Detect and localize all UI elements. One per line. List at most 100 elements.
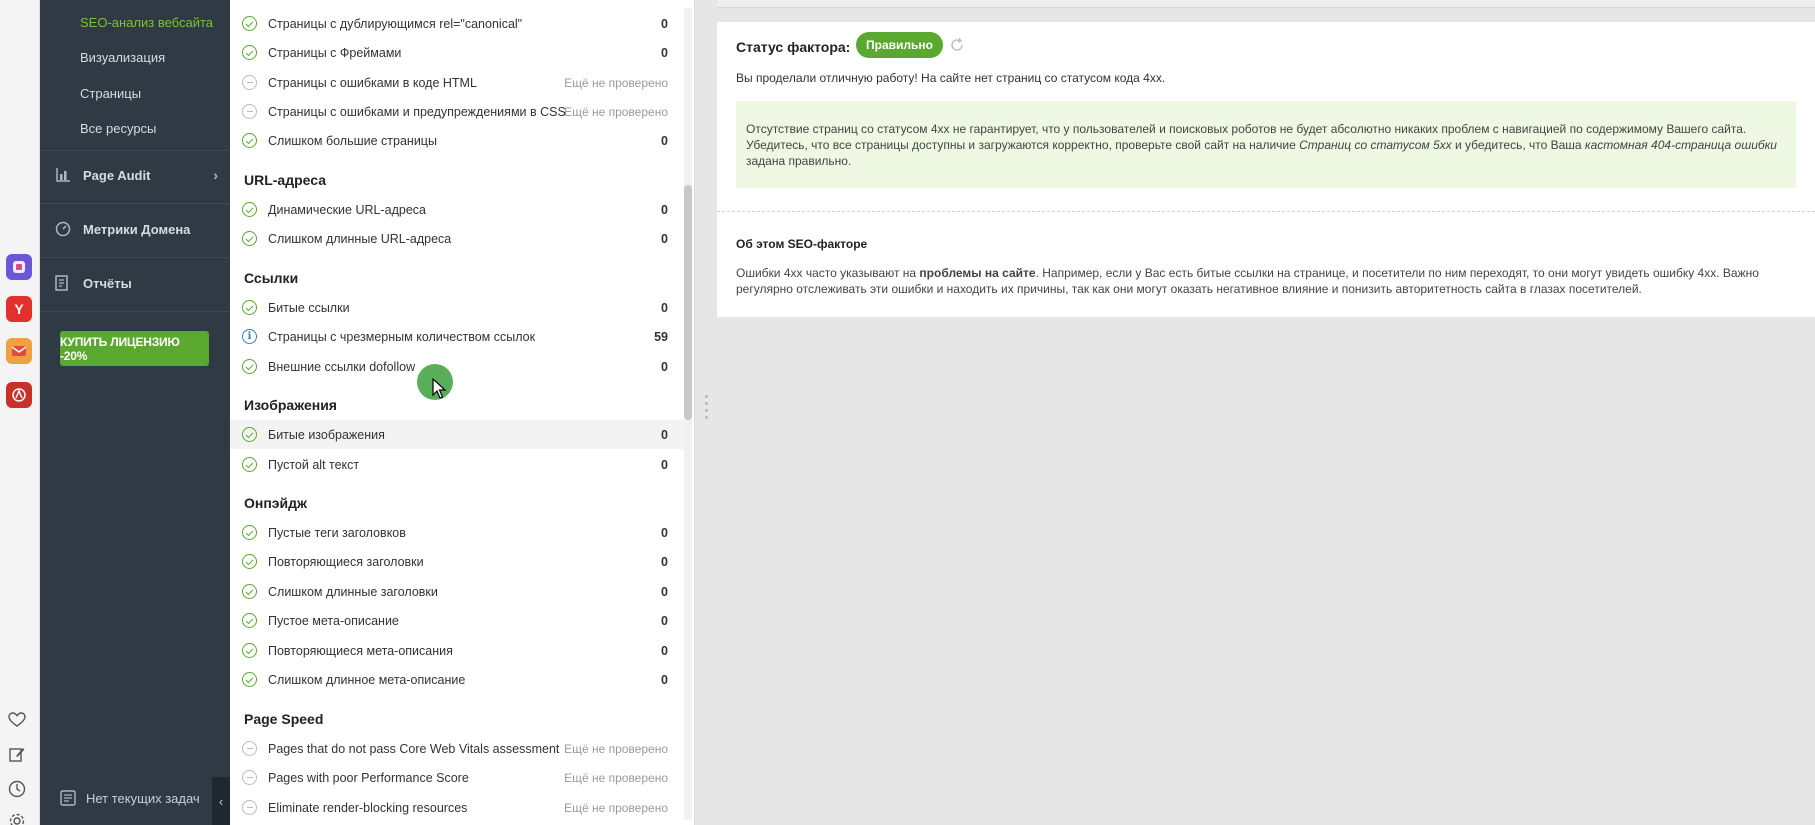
not-checked-icon [242,741,257,756]
factor-row[interactable]: Страницы с дублирующимся rel="canonical"… [230,9,685,38]
current-tasks[interactable]: Нет текущих задач [60,790,200,806]
factor-row[interactable]: i Страницы с чрезмерным количеством ссыло… [230,322,685,351]
mail-app-icon[interactable] [6,338,32,364]
not-checked-icon [242,770,257,785]
factor-label: Страницы с Фреймами [268,45,402,60]
factor-label: Пустое мета-описание [268,613,399,628]
sidebar-item-pages[interactable]: Страницы [80,86,141,101]
collapse-sidebar-button[interactable]: ‹ [212,777,230,825]
app-window: Y SEO-анализ вебсайта Визуализация Стран… [0,0,1815,825]
factor-row[interactable]: Pages with poor Performance Score Ещё не … [230,763,685,792]
factor-label: Страницы с ошибками и предупреждениями в… [268,104,566,119]
factor-row[interactable]: Слишком длинное мета-описание 0 [230,665,685,694]
factor-value: 0 [661,45,668,60]
sidebar-item-seo-analysis[interactable]: SEO-анализ вебсайта [80,15,213,30]
factor-value: Ещё не проверено [564,104,668,119]
factor-label: Слишком длинные URL-адреса [268,231,452,246]
factor-row[interactable]: Страницы с Фреймами 0 [230,38,685,67]
sidebar-item-reports[interactable]: Отчёты [55,258,230,308]
reports-label: Отчёты [83,275,132,291]
factor-value: 0 [661,672,668,687]
sidebar-item-page-audit[interactable]: Page Audit › [55,150,230,200]
seo-factors-list: Страницы с дублирующимся rel="canonical"… [230,0,695,825]
list-scrollbar-thumb[interactable] [684,185,692,420]
factor-row[interactable]: Битые ссылки 0 [230,293,685,322]
os-dock: Y [0,0,40,825]
factor-row[interactable]: Внешние ссылки dofollow 0 [230,352,685,381]
check-circle-icon [242,359,257,374]
factor-row[interactable]: Пустые теги заголовков 0 [230,518,685,547]
about-text-part: Ошибки 4xx часто указывают на [736,266,920,280]
factor-row[interactable]: Страницы с ошибками и предупреждениями в… [230,97,685,126]
yandex-browser-icon[interactable]: Y [6,296,32,322]
factor-value: 0 [661,643,668,658]
factor-label: Страницы с ошибками в коде HTML [268,75,477,90]
red-app-icon[interactable] [6,382,32,408]
factor-value: 0 [661,613,668,628]
factor-value: Ещё не проверено [564,770,668,785]
factor-value: 0 [661,584,668,599]
factor-row[interactable]: Eliminate render-blocking resources Ещё н… [230,793,685,822]
factor-label: Страницы с дублирующимся rel="canonical" [268,16,523,31]
note-link-5xx[interactable]: Страниц со статусом 5xx [1299,138,1452,152]
sidebar-item-all-resources[interactable]: Все ресурсы [80,121,156,136]
about-text-bold: проблемы на сайте [919,266,1036,280]
factor-value: 0 [661,427,668,442]
not-checked-icon [242,104,257,119]
factor-row[interactable]: Слишком большие страницы 0 [230,126,685,155]
check-circle-icon [242,45,257,60]
factor-value: 0 [661,457,668,472]
factor-label: Битые изображения [268,427,385,442]
factor-row-selected[interactable]: Битые изображения 0 [230,420,685,449]
factor-row[interactable]: Пустой alt текст 0 [230,450,685,479]
gear-icon[interactable] [6,810,28,825]
heart-icon[interactable] [6,709,28,731]
factor-label: Слишком длинное мета-описание [268,672,466,687]
factor-row[interactable]: Слишком длинные URL-адреса 0 [230,224,685,253]
factor-value: 0 [661,16,668,31]
check-circle-icon [242,16,257,31]
buy-license-button[interactable]: КУПИТЬ ЛИЦЕНЗИЮ -20% [60,331,209,366]
factor-value: Ещё не проверено [564,800,668,815]
factor-status-label: Статус фактора: [736,39,851,55]
panel-resize-handle[interactable] [705,395,709,419]
sidebar-item-visualization[interactable]: Визуализация [80,50,165,65]
factor-label: Повторяющиеся заголовки [268,554,424,569]
factor-label: Повторяющиеся мета-описания [268,643,453,658]
nav-divider [40,311,230,312]
group-title-page-speed: Page Speed [244,711,324,727]
factor-row[interactable]: Пустое мета-описание 0 [230,606,685,635]
factor-row[interactable]: Динамические URL-адреса 0 [230,195,685,224]
group-title-onpage: Онпэйдж [244,495,307,511]
factor-row[interactable]: Pages that do not pass Core Web Vitals a… [230,734,685,763]
sidebar-item-domain-metrics[interactable]: Метрики Домена [55,204,230,254]
factor-row[interactable]: Страницы с ошибками в коде HTML Ещё не пр… [230,68,685,97]
factor-detail-panel: Статус фактора: Правильно Вы проделали о… [717,22,1815,317]
factor-label: Пустые теги заголовков [268,525,406,540]
factor-value: 0 [661,133,668,148]
note-text: задана правильно. [746,154,852,168]
check-circle-icon [242,672,257,687]
factor-row[interactable]: Повторяющиеся заголовки 0 [230,547,685,576]
status-summary: Вы проделали отличную работу! На сайте н… [736,71,1166,85]
factor-value: Ещё не проверено [564,741,668,756]
factor-row[interactable]: Слишком длинные заголовки 0 [230,577,685,606]
factor-label: Pages with poor Performance Score [268,770,469,785]
factor-value: Ещё не проверено [564,75,668,90]
factor-label: Слишком длинные заголовки [268,584,438,599]
figma-like-app-icon[interactable] [6,254,32,280]
note-link-custom-404[interactable]: кастомная 404-страница ошибки [1585,138,1777,152]
refresh-icon[interactable] [949,37,965,53]
factor-label: Pages that do not pass Core Web Vitals a… [268,741,560,756]
check-circle-icon [242,300,257,315]
app-sidebar: SEO-анализ вебсайта Визуализация Страниц… [40,0,230,825]
domain-metrics-label: Метрики Домена [83,221,191,237]
clock-icon[interactable] [6,778,28,800]
factor-label: Слишком большие страницы [268,133,437,148]
chevron-left-icon: ‹ [218,793,224,809]
gauge-icon [55,220,73,238]
check-circle-icon [242,427,257,442]
edit-icon[interactable] [6,743,28,765]
factor-row[interactable]: Повторяющиеся мета-описания 0 [230,636,685,665]
factor-label: Внешние ссылки dofollow [268,359,416,374]
